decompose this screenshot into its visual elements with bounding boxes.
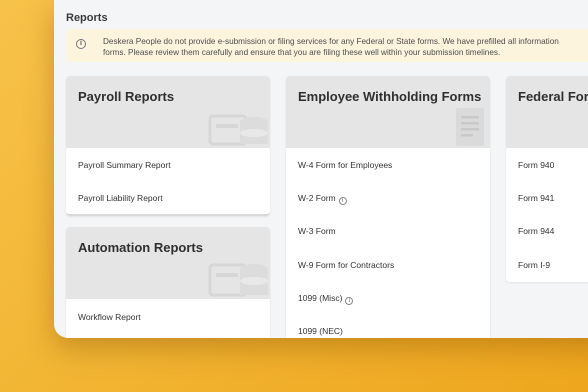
card-title: Payroll Reports	[78, 89, 175, 104]
info-icon[interactable]: i	[345, 297, 354, 305]
form-link-w2[interactable]: W-2 Form i	[298, 193, 347, 205]
card-header: Automation Reports	[66, 227, 270, 299]
form-link-i9[interactable]: Form I-9	[518, 260, 550, 270]
form-link-944[interactable]: Form 944	[518, 226, 554, 236]
form-link-941[interactable]: Form 941	[518, 193, 554, 203]
notice-banner: i Deskera People do not provide e-submis…	[66, 29, 588, 62]
notice-text-line-1: Deskera People do not provide e-submissi…	[103, 37, 559, 46]
document-icon	[456, 108, 484, 146]
form-link-label: W-2 Form	[298, 193, 336, 203]
card-title: Automation Reports	[78, 240, 203, 255]
automation-reports-card: Automation Reports Workflow Report	[66, 227, 270, 338]
card-header: Federal Forms	[506, 76, 588, 148]
form-link-940[interactable]: Form 940	[518, 160, 554, 170]
report-link-payroll-liability[interactable]: Payroll Liability Report	[78, 193, 163, 203]
info-icon[interactable]: i	[338, 197, 347, 205]
form-link-w9[interactable]: W-9 Form for Contractors	[298, 260, 394, 270]
employee-withholding-forms-card: Employee Withholding Forms W-4 Form for …	[286, 76, 490, 338]
automation-report-icon	[208, 263, 268, 297]
page-title: Reports	[66, 12, 108, 24]
info-icon: i	[76, 39, 86, 49]
payroll-report-icon	[208, 114, 268, 146]
form-link-1099-nec[interactable]: 1099 (NEC)	[298, 326, 343, 336]
report-link-payroll-summary[interactable]: Payroll Summary Report	[78, 160, 171, 170]
app-window: Reports i Deskera People do not provide …	[54, 0, 588, 338]
form-link-w4[interactable]: W-4 Form for Employees	[298, 160, 392, 170]
federal-forms-card: Federal Forms Form 940 Form 941 Form 944…	[506, 76, 588, 282]
card-title: Federal Forms	[518, 89, 588, 104]
report-link-workflow[interactable]: Workflow Report	[78, 312, 141, 322]
card-header: Payroll Reports	[66, 76, 270, 148]
payroll-reports-card: Payroll Reports Payroll Summary Report P…	[66, 76, 270, 216]
form-link-label: 1099 (Misc)	[298, 293, 343, 303]
form-link-w3[interactable]: W-3 Form	[298, 226, 336, 236]
card-header: Employee Withholding Forms	[286, 76, 490, 148]
notice-text-line-2: forms. Please review them carefully and …	[103, 48, 501, 57]
form-link-1099-misc[interactable]: 1099 (Misc) i	[298, 293, 354, 305]
